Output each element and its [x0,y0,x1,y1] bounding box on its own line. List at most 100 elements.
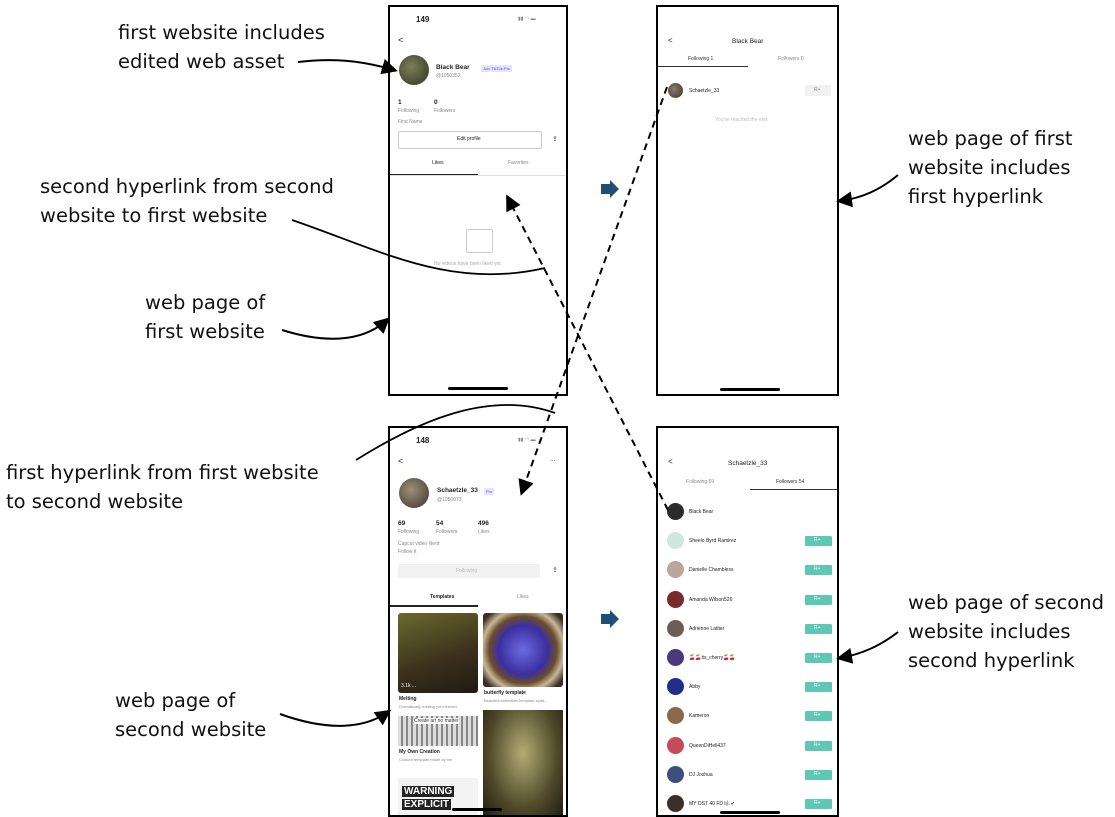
tab-followers[interactable]: Followers 54 [776,479,804,485]
card-title: Melting [399,696,417,702]
user-avatar[interactable] [667,707,684,725]
edit-profile-button[interactable]: Edit profile [398,131,542,149]
follow-list-item[interactable]: 🍒🍒its_cherry🍒🍒 [658,648,837,668]
tab-templates[interactable]: Templates [430,594,454,600]
tab-following[interactable]: Following 69 [686,479,714,485]
user-name[interactable]: QueenDiHell437 [689,743,726,749]
callout-page-first-link: web page of first website includes first h… [908,127,1073,208]
transition-arrow-bottom [601,610,619,628]
follow-list-item[interactable]: QueenDiHell437 [658,736,837,756]
card-subtitle: Custom template made by me [399,757,453,762]
back-button[interactable]: < [668,457,673,466]
follow-list-item[interactable]: DJ Joshua [658,765,837,785]
user-avatar[interactable] [668,83,683,98]
tab-underline [390,605,478,607]
tab-following[interactable]: Following 1 [688,56,713,62]
follow-list-item[interactable]: Adrienne Lattier [658,619,837,639]
follow-list-item[interactable]: Danielle Chambless [658,560,837,580]
back-button[interactable]: < [398,456,403,466]
user-avatar[interactable] [667,503,684,520]
follow-list-item[interactable]: Abby [658,677,837,697]
tab-likes[interactable]: Likes [432,160,444,166]
status-icons: ▮▮ ◠ ▬ [518,16,536,22]
template-card-butterfly[interactable] [483,613,563,687]
follow-button[interactable] [805,682,832,693]
user-name[interactable]: Sheelo Byrd Ramirez [689,538,736,544]
explicit-text: EXPLICIT [402,799,452,810]
callout-page-second: web page of second website [115,689,267,741]
user-name[interactable]: Danielle Chambless [689,567,733,573]
callout-page-second-link: web page of second website includes second… [908,591,1104,672]
follow-list-item[interactable]: Kameron [658,706,837,726]
user-avatar[interactable] [667,795,684,812]
follow-list-item[interactable]: Sheelo Byrd Ramirez [658,531,837,551]
card-top-text: Create art no matter [414,718,459,724]
user-name[interactable]: Schaetzle_33 [689,88,719,94]
user-avatar[interactable] [667,765,684,783]
template-card-skeleton[interactable] [483,710,563,815]
tab-followers[interactable]: Followers 0 [778,56,804,62]
follow-button[interactable] [805,594,832,605]
follow-button[interactable] [805,799,832,809]
user-avatar[interactable] [667,532,684,550]
user-avatar[interactable] [667,649,684,666]
follow-button[interactable] [805,769,832,780]
bio-link[interactable]: Follow it [398,549,416,555]
user-name[interactable]: Amanda Wilson526 [689,597,732,603]
following-button[interactable]: Following [398,564,540,578]
follow-list-item[interactable]: Black Bear [658,502,837,522]
back-button[interactable]: < [668,36,673,45]
tab-underline [658,66,748,67]
user-name[interactable]: 🍒🍒its_cherry🍒🍒 [689,655,736,661]
user-avatar[interactable] [667,678,684,696]
follow-button[interactable] [805,536,832,547]
follow-button[interactable] [805,623,832,634]
following-label: Following [398,108,420,114]
pro-badge: Pro [484,488,495,495]
user-name[interactable]: DJ Joshua [689,772,713,778]
callout-page-first: web page of first website [145,291,266,343]
callout-curve-page-first [281,317,390,340]
follow-button[interactable] [805,565,832,576]
user-avatar[interactable] [667,590,684,608]
tab-likes[interactable]: Likes [517,594,529,600]
follow-list-item[interactable]: Amanda Wilson526 [658,590,837,610]
tab-divider [390,175,566,176]
follow-button[interactable] [805,740,832,751]
user-name[interactable]: MY OST 40 FD 🎼✔ [689,801,735,807]
template-card-warning[interactable] [398,778,478,815]
user-name[interactable]: Black Bear [689,509,713,515]
avatar [399,478,429,508]
followers-count[interactable]: 0 [434,99,438,106]
phone-first-website: 149 ▮▮ ◠ ▬ < Black Bear Join TikTok Pro … [388,5,568,396]
pro-badge[interactable]: Join TikTok Pro [481,65,513,72]
avatar [399,55,429,85]
card-subtitle: Dramatically melting your frames [399,704,458,709]
user-name[interactable]: Kameron [689,713,709,719]
edit-profile-label: Edit profile [457,136,481,142]
back-button[interactable]: < [398,35,403,45]
user-name[interactable]: Abby [689,684,700,690]
home-indicator [452,808,502,811]
user-avatar[interactable] [667,619,684,637]
tab-underline [750,489,837,490]
user-name[interactable]: Adrienne Lattier [689,626,724,632]
follow-button[interactable] [805,653,832,663]
follow-button[interactable] [805,711,832,722]
follow-icon: R+ [814,87,821,93]
user-avatar[interactable] [667,561,684,579]
follow-button[interactable]: R+ [805,85,831,96]
card-title: butterfly template [484,690,526,696]
bio-text: First Name [398,119,423,125]
tab-favorites[interactable]: Favorites [508,160,529,166]
following-count[interactable]: 69 [398,520,405,527]
share-icon[interactable]: ⇪ [552,135,558,143]
following-count[interactable]: 1 [398,99,402,106]
more-menu-icon[interactable]: ... [550,456,555,463]
template-card-melting[interactable] [398,613,478,693]
status-time: 149 [416,15,430,24]
profile-name: Black Bear [436,64,470,71]
share-icon[interactable]: ⇪ [552,566,558,574]
followers-count[interactable]: 54 [436,520,443,527]
user-avatar[interactable] [667,736,684,754]
